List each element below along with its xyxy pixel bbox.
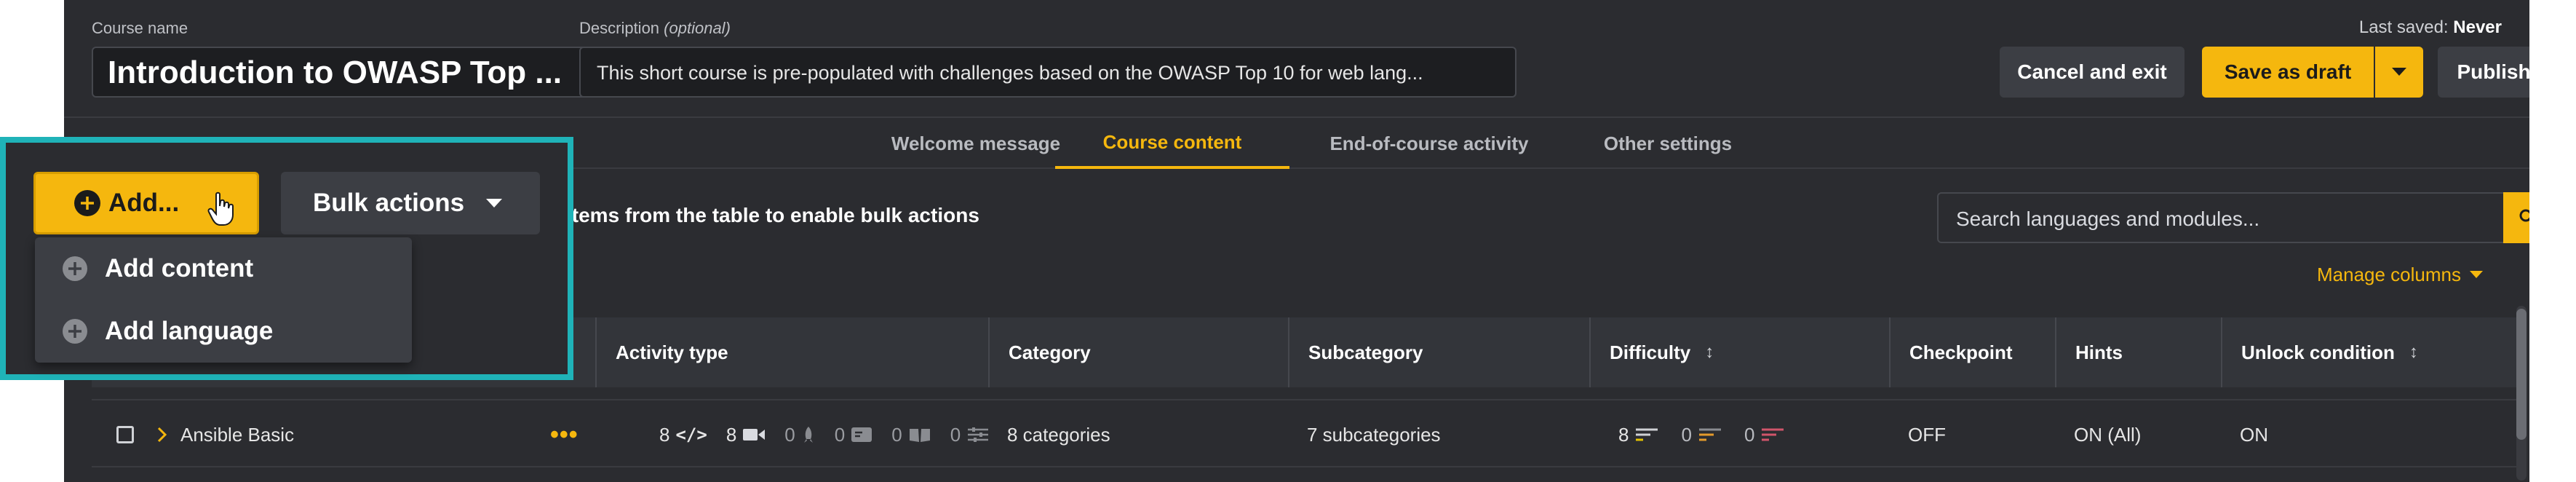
column-difficulty-label: Difficulty: [1610, 341, 1691, 363]
add-button-label: Add...: [108, 189, 180, 217]
hard-count: 0: [1744, 423, 1755, 446]
column-hints[interactable]: Hints: [2055, 317, 2221, 387]
course-header: Course name Introduction to OWASP Top ..…: [64, 0, 2529, 116]
tab-course-content[interactable]: Course content: [1055, 118, 1289, 169]
guided-count: 0: [891, 423, 902, 446]
add-dropdown-menu: Add content Add language: [35, 237, 412, 363]
tab-other-settings[interactable]: Other settings: [1581, 118, 1755, 169]
column-difficulty[interactable]: Difficulty ↕: [1589, 317, 1889, 387]
expand-row-button[interactable]: [157, 400, 167, 469]
table-row[interactable]: Ansible Basic ••• 8 </> 8 0 0 0 0 8 cate…: [92, 399, 2522, 467]
checkpoint-cell: OFF: [1908, 423, 1946, 446]
more-options-icon: •••: [550, 420, 579, 449]
publish-button[interactable]: Publish: [2438, 47, 2529, 98]
sort-icon: ↕: [2409, 342, 2418, 362]
code-icon: </>: [675, 424, 707, 445]
description-optional-text: (optional): [664, 19, 731, 37]
manage-columns-label: Manage columns: [2317, 264, 2461, 285]
manage-columns-button[interactable]: Manage columns: [2317, 264, 2483, 286]
walkthrough-icon: [851, 427, 872, 442]
code-count: 8: [659, 423, 670, 446]
search-button[interactable]: [2503, 192, 2529, 243]
save-options-dropdown[interactable]: [2375, 47, 2423, 98]
description-label-text: Description: [579, 19, 660, 37]
chevron-right-icon: [157, 427, 167, 443]
language-name[interactable]: Ansible Basic: [180, 400, 294, 469]
bulk-actions-button[interactable]: Bulk actions: [281, 172, 540, 234]
video-count: 8: [726, 423, 737, 446]
last-saved-label: Last saved:: [2358, 17, 2449, 37]
column-activity-type[interactable]: Activity type: [595, 317, 988, 387]
tab-end-of-course-activity[interactable]: End-of-course activity: [1307, 118, 1551, 169]
rocket-icon: [803, 427, 813, 443]
sort-icon: ↕: [1705, 342, 1714, 362]
bulk-actions-hint: items from the table to enable bulk acti…: [566, 204, 979, 226]
search-icon: [2519, 209, 2529, 222]
chevron-down-icon: [486, 198, 503, 208]
column-category[interactable]: Category: [988, 317, 1288, 387]
easy-difficulty-icon: [1636, 428, 1658, 441]
column-subcategory[interactable]: Subcategory: [1288, 317, 1589, 387]
column-checkpoint[interactable]: Checkpoint: [1889, 317, 2055, 387]
hard-difficulty-icon: [1762, 428, 1784, 441]
plus-circle-icon: [74, 190, 100, 216]
course-name-field[interactable]: Introduction to OWASP Top ...: [92, 47, 627, 98]
difficulty-cell: 8 0 0: [1618, 400, 1785, 469]
unlock-condition-cell: ON: [2240, 423, 2268, 446]
video-icon: [743, 429, 766, 440]
last-saved-status: Last saved: Never: [2359, 17, 2502, 38]
last-saved-value: Never: [2453, 17, 2502, 37]
walkthrough-count: 0: [834, 423, 846, 446]
sliders-icon: [968, 427, 989, 442]
cancel-and-exit-button[interactable]: Cancel and exit: [2000, 47, 2185, 98]
book-icon: [909, 429, 930, 442]
menu-item-add-content[interactable]: Add content: [35, 237, 412, 300]
menu-item-label: Add language: [105, 317, 274, 345]
category-cell: 8 categories: [1007, 423, 1110, 446]
save-as-draft-button[interactable]: Save as draft: [2202, 47, 2374, 98]
scrollbar-thumb[interactable]: [2516, 309, 2527, 440]
add-button[interactable]: Add...: [33, 172, 259, 234]
subcategory-cell: 7 subcategories: [1307, 423, 1441, 446]
description-field[interactable]: This short course is pre-populated with …: [579, 47, 1516, 98]
chevron-down-icon: [2470, 271, 2483, 278]
activity-type-counts: 8 </> 8 0 0 0 0: [659, 400, 990, 469]
hand-cursor-icon: [207, 191, 234, 226]
column-unlock-condition-label: Unlock condition: [2241, 341, 2395, 363]
chevron-down-icon: [2392, 68, 2406, 76]
description-label: Description (optional): [579, 19, 731, 38]
search-input[interactable]: Search languages and modules...: [1937, 192, 2505, 243]
checkbox-box: [116, 426, 134, 443]
plus-circle-icon: [63, 256, 87, 281]
medium-count: 0: [1681, 423, 1692, 446]
course-name-label: Course name: [92, 19, 188, 37]
mission-count: 0: [784, 423, 795, 446]
plus-circle-icon: [63, 319, 87, 344]
menu-item-label: Add content: [105, 254, 254, 283]
row-actions-menu[interactable]: •••: [550, 400, 579, 469]
hints-cell: ON (All): [2074, 423, 2142, 446]
medium-difficulty-icon: [1698, 428, 1721, 441]
settings-count: 0: [950, 423, 961, 446]
column-unlock-condition[interactable]: Unlock condition ↕: [2221, 317, 2522, 387]
bulk-actions-label: Bulk actions: [313, 189, 465, 217]
row-checkbox[interactable]: [116, 400, 134, 469]
menu-item-add-language[interactable]: Add language: [35, 300, 412, 363]
easy-count: 8: [1618, 423, 1629, 446]
